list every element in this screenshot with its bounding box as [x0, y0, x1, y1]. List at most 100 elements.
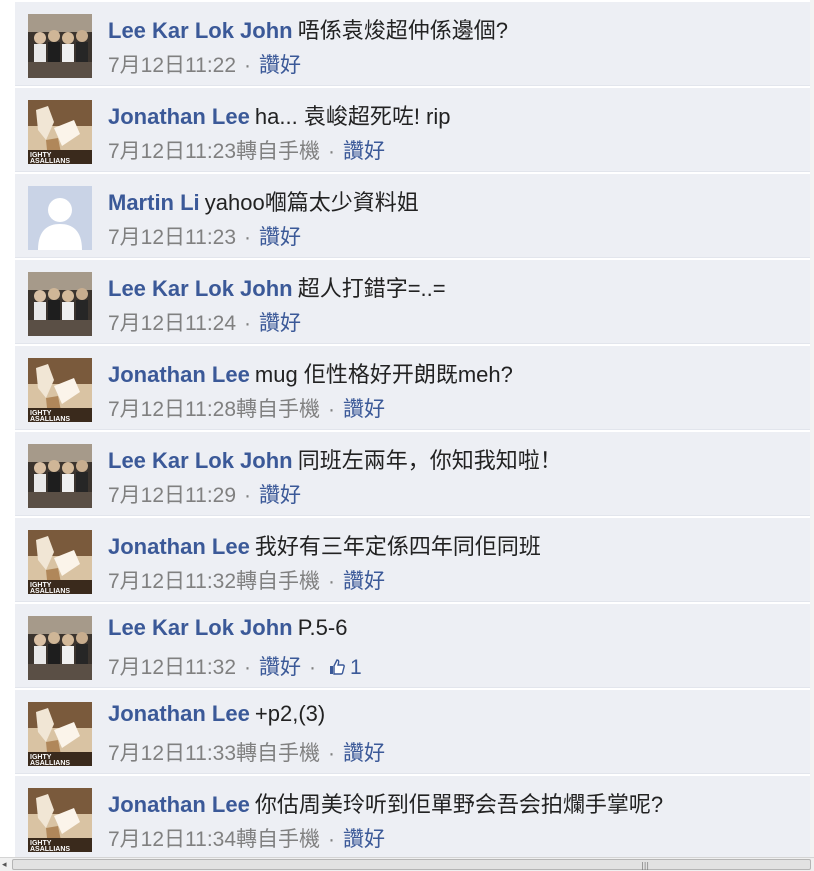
comment-item: Martin Li yahoo嗰篇太少資料姐 7月12日11:23 · 讚好 — [15, 174, 810, 258]
comment-meta: 7月12日11:22 · 讚好 — [108, 49, 301, 79]
comment-text: 超人打錯字=..= — [297, 276, 446, 301]
comment-author-link[interactable]: Lee Kar Lok John — [108, 276, 293, 301]
comment-text: mug 佢性格好开朗既meh? — [254, 362, 513, 387]
like-link[interactable]: 讚好 — [343, 828, 385, 851]
comment-timestamp[interactable]: 7月12日11:22 — [108, 54, 236, 77]
avatar[interactable] — [28, 616, 92, 680]
comment-timestamp[interactable]: 7月12日11:32 — [108, 656, 236, 679]
meta-separator: · — [328, 828, 336, 851]
comment-meta: 7月12日11:28轉自手機 · 讚好 — [108, 393, 385, 423]
like-link[interactable]: 讚好 — [259, 54, 301, 77]
comment-author-link[interactable]: Lee Kar Lok John — [108, 448, 293, 473]
like-count-number: 1 — [350, 656, 362, 679]
comment-meta: 7月12日11:32轉自手機 · 讚好 — [108, 565, 385, 595]
avatar[interactable] — [28, 444, 92, 508]
like-link[interactable]: 讚好 — [343, 570, 385, 593]
meta-separator: · — [328, 742, 336, 765]
comment-text: +p2,(3) — [254, 701, 326, 726]
comment-author-link[interactable]: Jonathan Lee — [108, 534, 250, 559]
comment-timestamp[interactable]: 7月12日11:28 — [108, 398, 236, 421]
svg-text:ASALLIANS: ASALLIANS — [30, 158, 70, 164]
like-link[interactable]: 讚好 — [259, 656, 301, 679]
scroll-left-arrow-icon[interactable]: ◂ — [2, 860, 12, 870]
comment-meta: 7月12日11:23轉自手機 · 讚好 — [108, 135, 385, 165]
comment-text: P.5-6 — [297, 615, 348, 640]
comment-via-mobile: 轉自手機 — [236, 828, 321, 851]
comment-text: yahoo嗰篇太少資料姐 — [204, 190, 419, 215]
comment-timestamp[interactable]: 7月12日11:23 — [108, 140, 236, 163]
like-link[interactable]: 讚好 — [259, 226, 301, 249]
meta-separator: · — [244, 656, 252, 679]
comment-body: Lee Kar Lok John P.5-6 — [108, 615, 347, 641]
horizontal-scrollbar[interactable]: ◂ ||| — [0, 857, 814, 871]
comment-item: Lee Kar Lok John 同班左兩年，你知我知啦！ 7月12日11:29 ·… — [15, 432, 810, 516]
comment-author-link[interactable]: Jonathan Lee — [108, 792, 250, 817]
comment-item: IGHTY ASALLIANS Jonathan Lee +p2,(3) 7月12日1… — [15, 690, 810, 774]
comment-body: Lee Kar Lok John 超人打錯字=..= — [108, 271, 446, 303]
svg-text:ASALLIANS: ASALLIANS — [30, 760, 70, 766]
scrollbar-thumb[interactable]: ||| — [12, 859, 811, 870]
comment-meta: 7月12日11:29 · 讚好 — [108, 479, 301, 509]
comment-body: Jonathan Lee mug 佢性格好开朗既meh? — [108, 357, 513, 389]
comment-via-mobile: 轉自手機 — [236, 570, 321, 593]
avatar[interactable]: IGHTY ASALLIANS — [28, 530, 92, 594]
svg-text:ASALLIANS: ASALLIANS — [30, 416, 70, 422]
avatar[interactable] — [28, 186, 92, 250]
comment-timestamp[interactable]: 7月12日11:29 — [108, 484, 236, 507]
comment-meta: 7月12日11:23 · 讚好 — [108, 221, 301, 251]
avatar[interactable] — [28, 14, 92, 78]
meta-separator: · — [328, 140, 336, 163]
meta-separator: · — [244, 54, 252, 77]
comment-text: 你估周美玲听到佢單野会吾会拍爛手掌呢? — [254, 792, 664, 817]
like-link[interactable]: 讚好 — [343, 140, 385, 163]
comment-body: Jonathan Lee 我好有三年定係四年同佢同班 — [108, 529, 541, 561]
comment-item: Lee Kar Lok John 唔係袁焌超仲係邊個? 7月12日11:22 · 讚好 — [15, 2, 810, 86]
avatar[interactable]: IGHTY ASALLIANS — [28, 358, 92, 422]
avatar[interactable]: IGHTY ASALLIANS — [28, 100, 92, 164]
like-link[interactable]: 讚好 — [259, 484, 301, 507]
avatar[interactable]: IGHTY ASALLIANS — [28, 702, 92, 766]
comment-body: Jonathan Lee +p2,(3) — [108, 701, 325, 727]
comment-timestamp[interactable]: 7月12日11:23 — [108, 226, 236, 249]
comment-item: IGHTY ASALLIANS Jonathan Lee ha... 袁峻超死咗! … — [15, 88, 810, 172]
avatar[interactable] — [28, 272, 92, 336]
like-link[interactable]: 讚好 — [343, 742, 385, 765]
comment-body: Martin Li yahoo嗰篇太少資料姐 — [108, 185, 419, 217]
comment-item: IGHTY ASALLIANS Jonathan Lee 我好有三年定係四年同佢同班… — [15, 518, 810, 602]
comment-author-link[interactable]: Jonathan Lee — [108, 362, 250, 387]
comment-via-mobile: 轉自手機 — [236, 140, 321, 163]
comment-via-mobile: 轉自手機 — [236, 742, 321, 765]
meta-separator: · — [244, 226, 252, 249]
comment-timestamp[interactable]: 7月12日11:33 — [108, 742, 236, 765]
comment-meta: 7月12日11:33轉自手機 · 讚好 — [108, 737, 385, 767]
meta-separator: · — [244, 484, 252, 507]
thumbs-up-icon — [328, 658, 346, 682]
comment-body: Lee Kar Lok John 唔係袁焌超仲係邊個? — [108, 13, 508, 45]
comment-timestamp[interactable]: 7月12日11:34 — [108, 828, 236, 851]
comment-item: Lee Kar Lok John P.5-6 7月12日11:32 · 讚好 · 1 — [15, 604, 810, 688]
comment-item: IGHTY ASALLIANS Jonathan Lee mug 佢性格好开朗既me… — [15, 346, 810, 430]
comment-via-mobile: 轉自手機 — [236, 398, 321, 421]
comment-author-link[interactable]: Lee Kar Lok John — [108, 615, 293, 640]
svg-text:ASALLIANS: ASALLIANS — [30, 846, 70, 852]
scrollbar-grip-icon: ||| — [641, 861, 650, 870]
comment-author-link[interactable]: Lee Kar Lok John — [108, 18, 293, 43]
comment-author-link[interactable]: Jonathan Lee — [108, 104, 250, 129]
comment-timestamp[interactable]: 7月12日11:32 — [108, 570, 236, 593]
comment-text: 同班左兩年，你知我知啦！ — [297, 448, 562, 473]
window-edge — [810, 0, 814, 857]
comment-body: Lee Kar Lok John 同班左兩年，你知我知啦！ — [108, 443, 562, 475]
avatar[interactable]: IGHTY ASALLIANS — [28, 788, 92, 852]
meta-separator: · — [328, 398, 336, 421]
meta-separator: · — [244, 312, 252, 335]
comment-meta: 7月12日11:24 · 讚好 — [108, 307, 301, 337]
comment-author-link[interactable]: Martin Li — [108, 190, 200, 215]
comment-author-link[interactable]: Jonathan Lee — [108, 701, 250, 726]
like-link[interactable]: 讚好 — [259, 312, 301, 335]
comment-meta: 7月12日11:32 · 讚好 · 1 — [108, 651, 362, 682]
like-link[interactable]: 讚好 — [343, 398, 385, 421]
comment-text: 唔係袁焌超仲係邊個? — [297, 18, 508, 43]
like-count[interactable]: 1 — [328, 656, 362, 679]
comment-text: 我好有三年定係四年同佢同班 — [254, 534, 541, 559]
comment-timestamp[interactable]: 7月12日11:24 — [108, 312, 236, 335]
